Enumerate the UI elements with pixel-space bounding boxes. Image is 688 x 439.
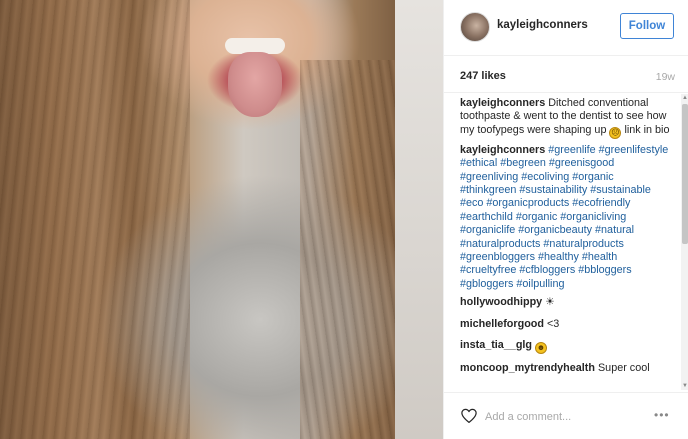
list-item: moncoop_mytrendyhealth Super cool <box>460 362 672 375</box>
comment-author[interactable]: michelleforgood <box>460 318 544 330</box>
post-photo[interactable] <box>0 0 443 439</box>
comment-footer: ••• <box>444 392 688 439</box>
list-item: hollywoodhippy ☀ <box>460 296 672 309</box>
photo-tongue <box>228 52 282 117</box>
frowning-emoji-icon: ☹ <box>609 126 622 139</box>
likes-row: 247 likes 19w <box>444 57 688 93</box>
post-header: kayleighconners Follow <box>444 0 688 56</box>
comments-scrollbar[interactable]: ▲ ▼ <box>681 94 688 390</box>
photo-hair-right <box>300 60 410 439</box>
likes-count[interactable]: 247 likes <box>460 70 506 82</box>
comment-author[interactable]: insta_tia__glg <box>460 339 532 351</box>
post-sidebar: kayleighconners Follow 247 likes 19w kay… <box>443 0 688 439</box>
comment-author[interactable]: moncoop_mytrendyhealth <box>460 362 595 374</box>
hashtag-comment: kayleighconners #greenlife #greenlifesty… <box>460 144 672 291</box>
add-comment-input[interactable] <box>485 409 635 425</box>
grinning-emoji-icon: ☻ <box>535 342 548 355</box>
comment-author[interactable]: hollywoodhippy <box>460 296 542 308</box>
post-age[interactable]: 19w <box>656 71 675 83</box>
photo-hair-left <box>0 0 190 439</box>
scroll-up-arrow-icon[interactable]: ▲ <box>681 94 688 102</box>
more-options-icon[interactable]: ••• <box>654 408 676 422</box>
comment-text-after: link in bio <box>624 123 670 136</box>
scrollbar-thumb[interactable] <box>682 104 688 244</box>
comment-hashtags[interactable]: #greenlife #greenlifestyle #ethical #beg… <box>460 144 668 290</box>
comment-text: <3 <box>546 317 560 330</box>
heart-icon[interactable] <box>460 407 478 425</box>
list-item: insta_tia__glg ☻ <box>460 339 672 355</box>
comments-list[interactable]: kayleighconners Ditched conventional too… <box>444 94 682 390</box>
comment-text: ☀ <box>545 296 555 309</box>
avatar[interactable] <box>460 12 490 42</box>
comment-author[interactable]: kayleighconners <box>460 97 545 109</box>
username-link[interactable]: kayleighconners <box>497 19 588 31</box>
photo-background-wall <box>395 0 443 439</box>
follow-button[interactable]: Follow <box>620 13 674 39</box>
comment-author[interactable]: kayleighconners <box>460 144 545 156</box>
list-item: michelleforgood <3 <box>460 318 672 331</box>
caption-comment: kayleighconners Ditched conventional too… <box>460 97 672 139</box>
comment-text: Super cool <box>597 362 650 375</box>
scroll-down-arrow-icon[interactable]: ▼ <box>681 382 688 390</box>
